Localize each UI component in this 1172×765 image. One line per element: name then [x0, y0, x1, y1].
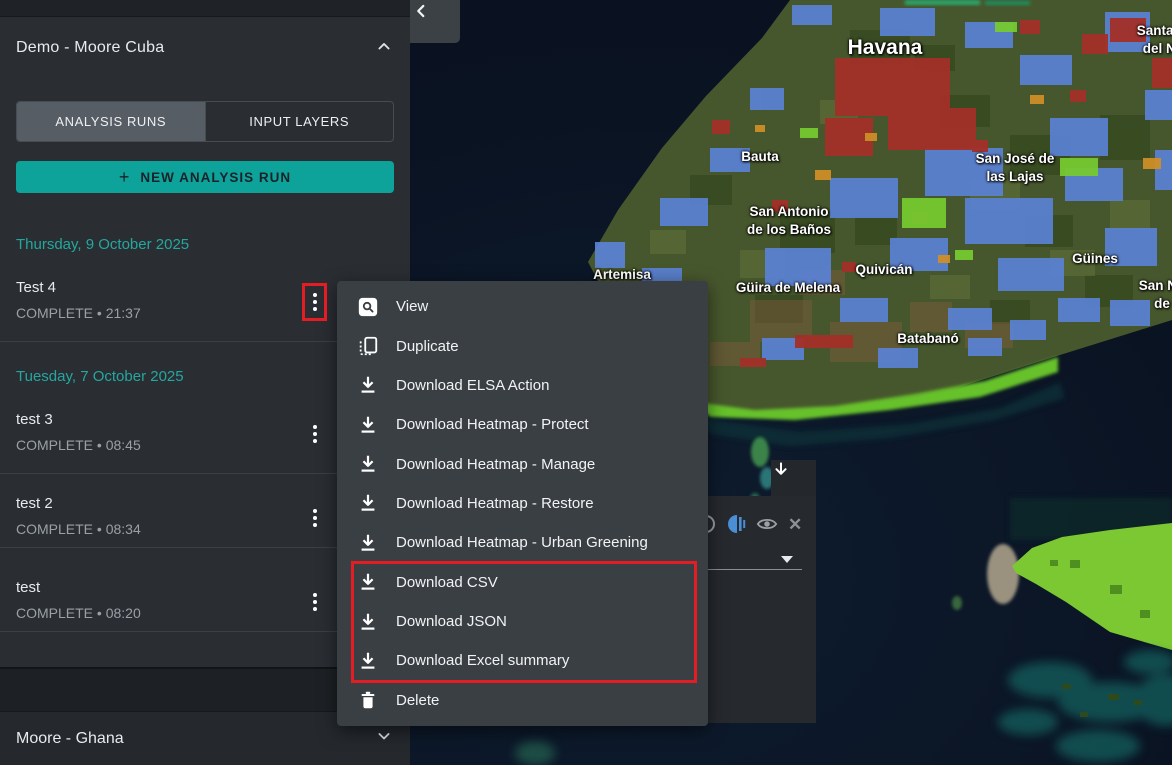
map-label-bauta: Bauta [720, 148, 800, 166]
map-label-guira-de-melena: Güira de Melena [718, 279, 858, 297]
close-icon[interactable]: ✕ [788, 515, 802, 535]
run-menu-button-test3[interactable] [303, 419, 327, 449]
download-icon [356, 373, 380, 397]
menu-item-download-elsa-action[interactable]: Download ELSA Action [337, 366, 708, 405]
map-label-san-nicolas-de-bari: San Nicolásde Bari [1122, 277, 1172, 313]
legend-collapse-button[interactable] [771, 460, 816, 496]
run-group-date: Tuesday, 7 October 2025 [16, 368, 184, 385]
download-icon [356, 452, 380, 476]
map-label-san-antonio-de-los-banos: San Antoniode los Baños [724, 203, 854, 239]
sidebar-collapse-button[interactable] [410, 0, 460, 43]
zapata-peninsula [1012, 523, 1172, 650]
run-name: test 2 [16, 495, 53, 512]
view-icon [356, 295, 380, 319]
panel-tabs: ANALYSIS RUNS INPUT LAYERS [16, 101, 394, 142]
download-icon [356, 649, 380, 673]
plus-icon: + [119, 168, 131, 186]
menu-item-download-json[interactable]: Download JSON [337, 602, 708, 641]
map-label-quivican: Quivicán [834, 261, 934, 279]
run-status: COMPLETE • 08:45 [16, 437, 141, 453]
project-panel-title: Demo - Moore Cuba [16, 39, 164, 57]
menu-item-download-heatmap-protect[interactable]: Download Heatmap - Protect [337, 405, 708, 444]
run-menu-button-test4[interactable] [303, 287, 327, 317]
run-menu-button-test[interactable] [303, 587, 327, 617]
menu-item-download-heatmap-urban-greening[interactable]: Download Heatmap - Urban Greening [337, 523, 708, 562]
chevron-up-icon[interactable] [374, 36, 394, 61]
trash-icon [356, 688, 380, 712]
run-status: COMPLETE • 08:34 [16, 521, 141, 537]
tab-analysis-runs[interactable]: ANALYSIS RUNS [17, 102, 205, 141]
ghana-panel-title: Moore - Ghana [16, 730, 124, 748]
new-analysis-run-button[interactable]: + NEW ANALYSIS RUN [16, 161, 394, 193]
chevron-down-icon[interactable] [374, 726, 394, 751]
download-icon [356, 610, 380, 634]
new-analysis-run-label: NEW ANALYSIS RUN [140, 170, 291, 185]
download-icon [356, 413, 380, 437]
run-menu-button-test2[interactable] [303, 503, 327, 533]
app-window: Havana Santa Cruzdel Norte Bauta San Jos… [0, 0, 1172, 765]
menu-item-download-heatmap-restore[interactable]: Download Heatmap - Restore [337, 484, 708, 523]
legend-dropdown-caret[interactable] [781, 556, 793, 563]
run-status: COMPLETE • 21:37 [16, 305, 141, 321]
download-icon [356, 570, 380, 594]
run-name: test [16, 579, 40, 596]
map-label-havana: Havana [830, 36, 940, 60]
run-context-menu: View Duplicate Download ELSA Action Down… [337, 281, 708, 726]
download-icon [356, 491, 380, 515]
run-name: test 3 [16, 411, 53, 428]
sidebar-top-strip [0, 0, 410, 17]
menu-item-download-heatmap-manage[interactable]: Download Heatmap - Manage [337, 444, 708, 483]
menu-item-download-excel-summary[interactable]: Download Excel summary [337, 641, 708, 680]
menu-item-delete[interactable]: Delete [337, 681, 708, 720]
download-icon [356, 531, 380, 555]
project-panel-header[interactable]: Demo - Moore Cuba [0, 17, 410, 79]
duplicate-icon [356, 334, 380, 358]
map-label-batabano: Batabanó [878, 330, 978, 348]
menu-item-duplicate[interactable]: Duplicate [337, 326, 708, 365]
run-group-date: Thursday, 9 October 2025 [16, 236, 189, 253]
tab-input-layers[interactable]: INPUT LAYERS [205, 102, 394, 141]
menu-item-view[interactable]: View [337, 287, 708, 326]
map-label-santa-cruz-del-norte: Santa Cruzdel Norte [1122, 22, 1172, 58]
menu-item-download-csv[interactable]: Download CSV [337, 563, 708, 602]
run-status: COMPLETE • 08:20 [16, 605, 141, 621]
map-label-guines: Güines [1050, 250, 1140, 268]
map-label-san-jose-de-las-lajas: San José delas Lajas [955, 150, 1075, 186]
run-name: Test 4 [16, 279, 56, 296]
